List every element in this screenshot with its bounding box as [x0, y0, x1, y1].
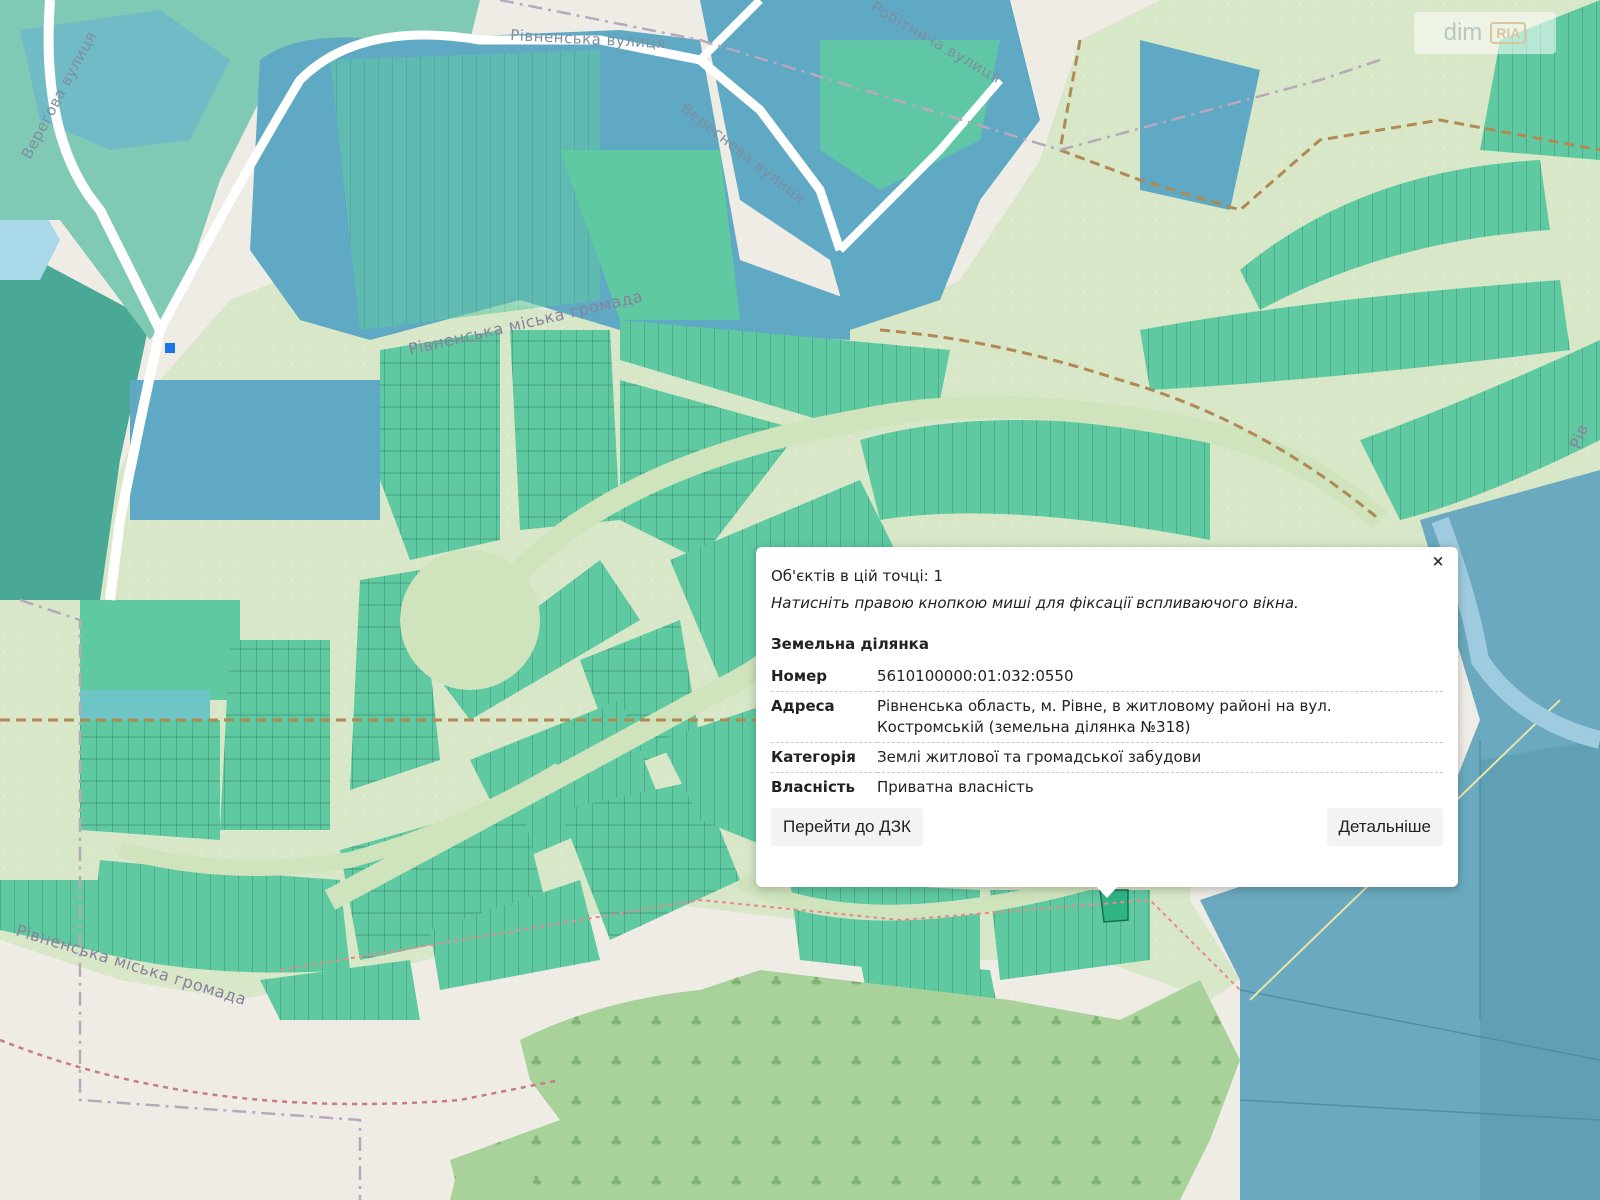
parcel-blue-block[interactable] — [130, 380, 380, 520]
table-row: Власність Приватна власність — [771, 773, 1443, 803]
property-key: Категорія — [771, 742, 877, 773]
parcels-fan-stripes — [330, 50, 600, 330]
dimria-watermark: dim RIA — [1414, 12, 1556, 54]
popup-hint: Натисніть правою кнопкою миші для фіксац… — [771, 594, 1299, 612]
properties-table: Номер 5610100000:01:032:0550 Адреса Рівн… — [771, 662, 1443, 802]
property-value: Землі житлової та громадської забудови — [877, 742, 1443, 773]
details-button[interactable]: Детальніше — [1326, 808, 1443, 846]
parcels-central-g[interactable] — [220, 640, 330, 830]
parcels-central-a[interactable] — [380, 330, 500, 560]
popup-pointer — [1096, 886, 1118, 898]
parcels-central-h[interactable] — [80, 720, 220, 840]
property-value: Приватна власність — [877, 778, 1034, 796]
parcel-east-strip[interactable] — [1480, 740, 1600, 1200]
property-key: Номер — [771, 662, 877, 692]
property-key: Власність — [771, 778, 856, 796]
property-value: Рівненська область, м. Рівне, в житловом… — [877, 691, 1443, 743]
map-view[interactable]: ♣ — [0, 0, 1600, 1200]
objects-count: Об'єктів в цій точці: 1 — [771, 567, 944, 585]
map-marker[interactable] — [165, 343, 175, 353]
table-row: Категорія Землі житлової та громадської … — [771, 742, 1443, 773]
table-row: Адреса Рівненська область, м. Рівне, в ж… — [771, 691, 1443, 743]
watermark-text: dim — [1443, 19, 1483, 46]
watermark-brand: RIA — [1490, 22, 1527, 44]
table-row: Номер 5610100000:01:032:0550 — [771, 662, 1443, 692]
street-roundabout — [400, 550, 540, 690]
go-to-dzk-button[interactable]: Перейти до ДЗК — [771, 808, 923, 846]
close-icon[interactable]: × — [1430, 553, 1446, 569]
parcel-block[interactable] — [80, 600, 240, 700]
property-key: Адреса — [771, 691, 877, 743]
popup-section-title: Земельна ділянка — [771, 635, 929, 653]
feature-info-popup: × Об'єктів в цій точці: 1 Натисніть прав… — [756, 547, 1458, 887]
property-value: 5610100000:01:032:0550 — [877, 662, 1443, 692]
popup-actions: Перейти до ДЗК Детальніше — [771, 808, 1443, 846]
